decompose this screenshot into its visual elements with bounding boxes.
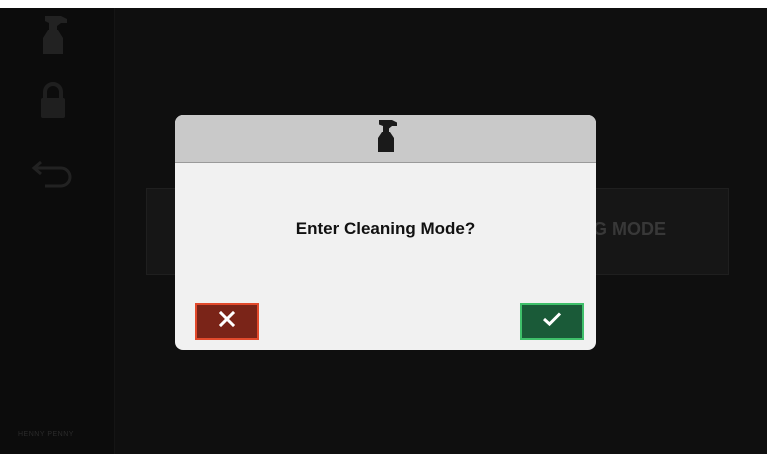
- cancel-button[interactable]: [195, 303, 259, 340]
- confirm-button[interactable]: [520, 303, 584, 340]
- checkmark-icon: [542, 311, 562, 332]
- spray-bottle-icon: [373, 119, 399, 158]
- confirm-dialog: Enter Cleaning Mode?: [175, 115, 596, 350]
- device-screen: HENNY PENNY CLEANING MODE Enter Cleaning…: [0, 8, 767, 454]
- dialog-header: [175, 115, 596, 163]
- close-icon: [218, 310, 236, 332]
- dialog-message: Enter Cleaning Mode?: [295, 219, 476, 238]
